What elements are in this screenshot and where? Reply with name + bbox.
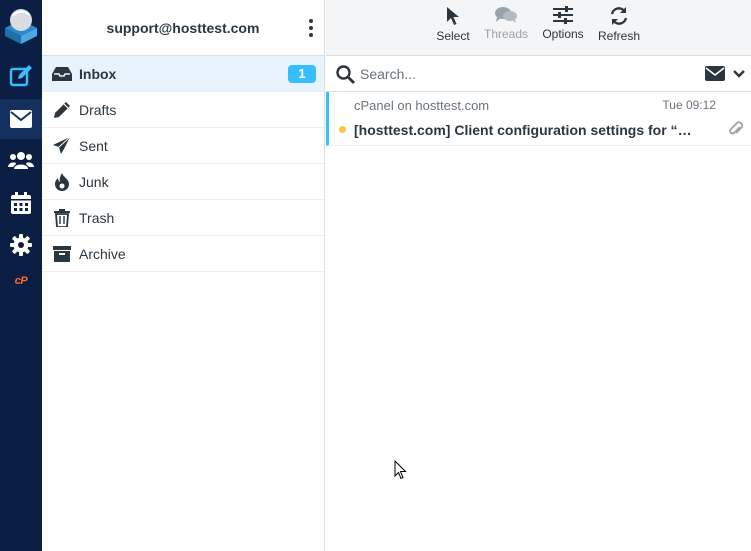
refresh-button[interactable]: Refresh — [596, 4, 642, 52]
pointer-icon — [447, 7, 459, 25]
pencil-icon — [52, 100, 72, 120]
folder-label: Trash — [79, 209, 115, 226]
folder-inbox[interactable]: Inbox 1 — [42, 56, 324, 92]
paperclip-icon — [729, 121, 743, 135]
options-button[interactable]: Options — [540, 4, 586, 52]
search-icon[interactable] — [336, 65, 355, 84]
cpanel-button[interactable]: cP — [0, 261, 42, 301]
folder-header: support@hosttest.com — [42, 0, 324, 56]
folder-trash[interactable]: Trash — [42, 200, 324, 236]
threads-label: Threads — [483, 27, 529, 41]
folder-label: Inbox — [79, 65, 117, 82]
account-email: support@hosttest.com — [106, 19, 260, 36]
envelope-icon — [10, 110, 32, 128]
sliders-icon — [553, 6, 573, 24]
paper-plane-icon — [52, 136, 72, 156]
message-sender: cPanel on hosttest.com — [354, 98, 490, 113]
message-list-panel: Select Threads Options Refresh Search...… — [326, 0, 751, 551]
archive-icon — [52, 244, 72, 264]
mouse-cursor-icon — [394, 460, 407, 480]
select-button[interactable]: Select — [435, 4, 471, 52]
message-subject: [hosttest.com] Client configuration sett… — [354, 122, 694, 138]
folder-label: Drafts — [79, 101, 117, 118]
search-input[interactable] — [360, 63, 680, 85]
contacts-button[interactable] — [0, 140, 42, 180]
folder-junk[interactable]: Junk — [42, 164, 324, 200]
webmail-app: cP support@hosttest.com Inbox 1 Drafts S… — [0, 0, 751, 551]
folder-archive[interactable]: Archive — [42, 236, 324, 272]
settings-button[interactable] — [0, 225, 42, 265]
folder-label: Archive — [79, 245, 126, 262]
message-date: Tue 09:12 — [662, 98, 716, 112]
select-label: Select — [436, 29, 470, 43]
refresh-label: Refresh — [597, 29, 641, 43]
threads-button[interactable]: Threads — [482, 4, 530, 52]
chevron-down-icon — [733, 69, 745, 78]
search-options-dropdown[interactable] — [705, 66, 745, 81]
comments-icon — [495, 7, 517, 23]
roundcube-logo[interactable] — [3, 6, 39, 46]
search-bar — [326, 56, 751, 92]
folder-drafts[interactable]: Drafts — [42, 92, 324, 128]
gear-icon — [10, 234, 32, 256]
app-rail: cP — [0, 0, 42, 551]
inbox-icon — [52, 64, 72, 84]
folder-sent[interactable]: Sent — [42, 128, 324, 164]
unread-count-badge: 1 — [288, 65, 316, 83]
fire-icon — [52, 172, 72, 192]
message-row[interactable]: cPanel on hosttest.com Tue 09:12 [hostte… — [326, 92, 751, 146]
refresh-icon — [610, 7, 628, 25]
trash-icon — [52, 208, 72, 228]
cpanel-logo: cP — [14, 275, 28, 287]
mail-button[interactable] — [0, 99, 42, 139]
users-icon — [8, 152, 34, 169]
folder-label: Sent — [79, 137, 108, 154]
options-label: Options — [542, 27, 584, 41]
unread-indicator[interactable] — [339, 126, 346, 133]
calendar-button[interactable] — [0, 183, 42, 223]
list-toolbar: Select Threads Options Refresh — [326, 0, 751, 56]
compose-button[interactable] — [0, 56, 42, 96]
folder-panel: support@hosttest.com Inbox 1 Drafts Sent — [42, 0, 325, 551]
folder-label: Junk — [79, 173, 109, 190]
calendar-icon — [11, 192, 31, 214]
folder-menu-button[interactable] — [304, 16, 318, 40]
compose-icon — [9, 65, 32, 87]
envelope-icon — [705, 66, 725, 81]
